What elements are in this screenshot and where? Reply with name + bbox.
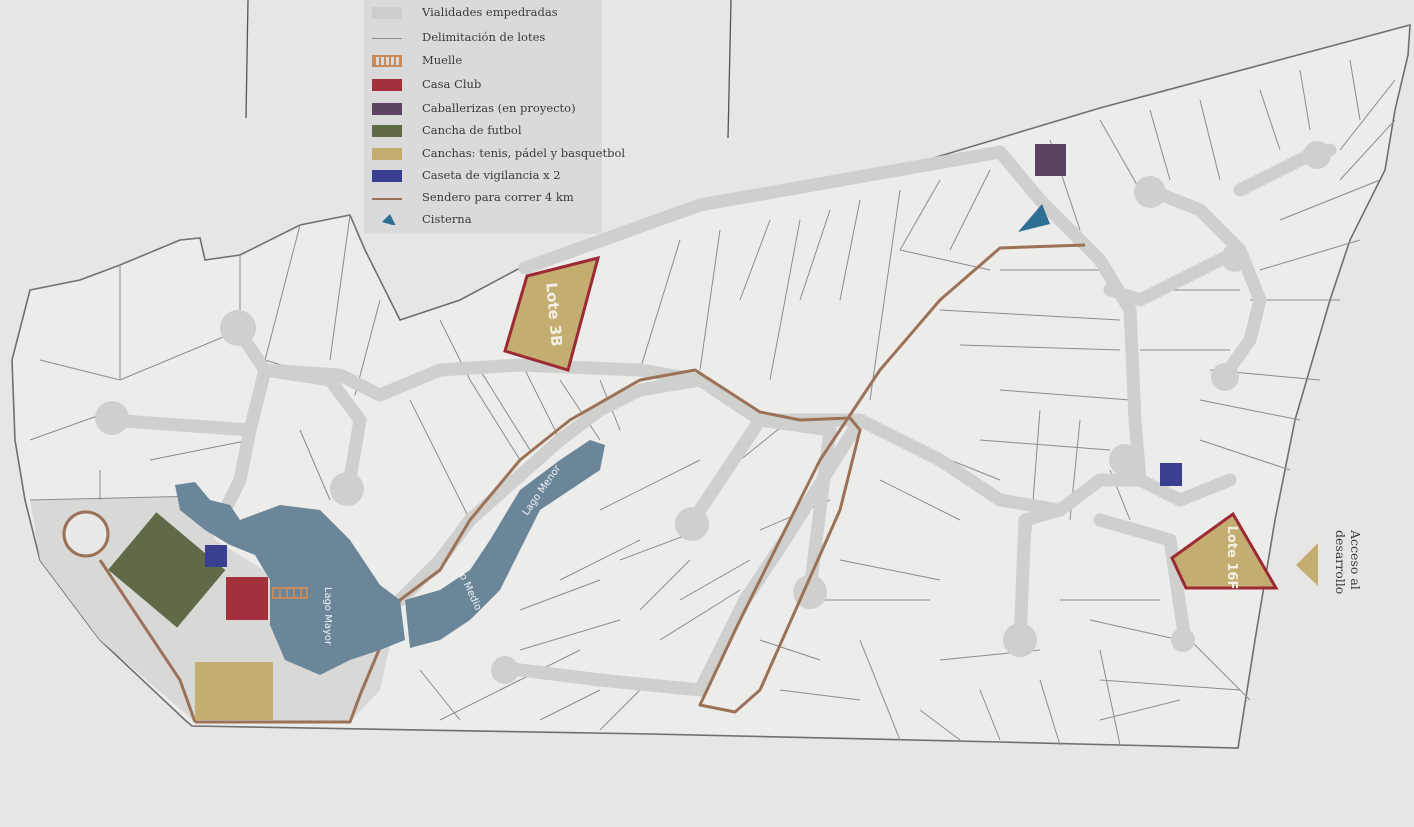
paved-road-swatch-icon xyxy=(372,7,402,19)
legend-item-cistern: Cisterna xyxy=(364,211,602,229)
legend-item-stables: Caballerizas (en proyecto) xyxy=(364,100,602,118)
running-trail-line-icon xyxy=(372,198,402,200)
map-legend: Vialidades empedradas Delimitación de lo… xyxy=(364,0,625,234)
legend-item-dock: Muelle xyxy=(364,52,602,70)
guardhouse-swatch-icon xyxy=(372,170,402,182)
lot-16f2-label: Lote 16F2 xyxy=(1224,526,1239,599)
lot-line-icon xyxy=(372,38,402,39)
guardhouse-east xyxy=(1160,463,1182,486)
legend-item-clubhouse: Casa Club xyxy=(364,76,602,94)
clubhouse-swatch-icon xyxy=(372,79,402,91)
courts-swatch-icon xyxy=(372,148,402,160)
legend-item-courts: Canchas: tenis, pádel y basquetbol xyxy=(364,145,625,163)
access-label: Acceso al desarrollo xyxy=(1333,530,1363,595)
fold-line-left xyxy=(245,0,249,119)
legend-item-paved-roads: Vialidades empedradas xyxy=(364,4,602,22)
clubhouse xyxy=(226,577,268,620)
legend-item-lot-lines: Delimitación de lotes xyxy=(364,29,602,47)
sports-courts xyxy=(195,662,273,720)
legend-item-running-trail: Sendero para correr 4 km xyxy=(364,189,602,207)
fold-line-right xyxy=(727,0,732,139)
lake-label-mayor: Lago Mayor xyxy=(322,587,333,646)
site-map: Lago Mayor Lago Medio Lago Menor Lote 3B… xyxy=(11,0,1411,749)
soccer-field-swatch-icon xyxy=(372,125,402,137)
cistern-triangle-icon xyxy=(382,214,396,225)
stables-swatch-icon xyxy=(372,103,402,115)
guardhouse-west xyxy=(205,545,227,567)
stables xyxy=(1035,144,1066,176)
legend-item-guardhouse: Caseta de vigilancia x 2 xyxy=(364,167,602,185)
dock-symbol-icon xyxy=(372,55,402,67)
access-arrow-icon xyxy=(1296,543,1318,586)
soccer-pitch-loop xyxy=(62,510,110,558)
legend-item-soccer-field: Cancha de futbol xyxy=(364,122,602,140)
